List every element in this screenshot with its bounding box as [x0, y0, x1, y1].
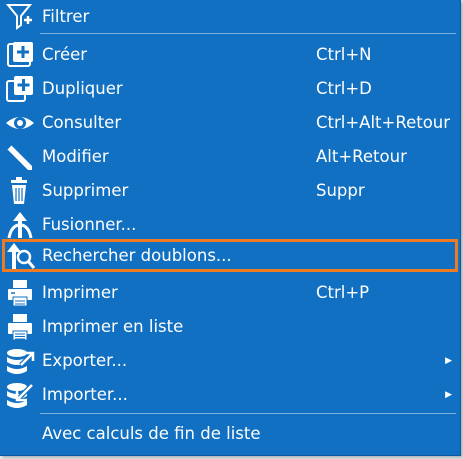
menu-item-avec-calculs[interactable]: Avec calculs de fin de liste — [0, 419, 460, 449]
highlight-box — [2, 239, 458, 272]
submenu-arrow-icon: ▶ — [445, 356, 452, 366]
menu-item-label: Imprimer en liste — [42, 317, 184, 336]
filter-plus-icon — [4, 2, 36, 32]
menu-item-shortcut: Ctrl+N — [316, 45, 372, 64]
menu-item-consulter[interactable]: Consulter Ctrl+Alt+Retour — [0, 108, 460, 138]
pencil-icon — [4, 142, 36, 172]
duplicate-icon — [4, 74, 36, 104]
create-plus-icon — [4, 40, 36, 70]
menu-item-shortcut: Ctrl+P — [316, 283, 370, 302]
merge-icon — [4, 210, 36, 240]
export-icon — [4, 346, 36, 376]
menu-item-imprimer[interactable]: Imprimer Ctrl+P — [0, 278, 460, 308]
menu-item-label: Importer... — [42, 385, 128, 404]
menu-item-exporter[interactable]: Exporter... ▶ — [0, 346, 460, 376]
menu-item-label: Avec calculs de fin de liste — [42, 424, 261, 443]
menu-item-shortcut: Alt+Retour — [316, 147, 407, 166]
eye-icon — [4, 108, 36, 138]
menu-item-label: Modifier — [42, 147, 109, 166]
menu-item-label: Fusionner... — [42, 215, 137, 234]
menu-item-supprimer[interactable]: Supprimer Suppr — [0, 176, 460, 206]
menu-item-label: Dupliquer — [42, 79, 123, 98]
menu-item-dupliquer[interactable]: Dupliquer Ctrl+D — [0, 74, 460, 104]
menu-item-label: Supprimer — [42, 181, 129, 200]
menu-item-filtrer[interactable]: Filtrer — [0, 2, 460, 32]
menu-item-label: Exporter... — [42, 351, 128, 370]
menu-item-fusionner[interactable]: Fusionner... — [0, 210, 460, 240]
submenu-arrow-icon: ▶ — [445, 390, 452, 400]
menu-separator — [40, 33, 456, 34]
menu-item-shortcut: Suppr — [316, 181, 365, 200]
menu-item-imprimer-en-liste[interactable]: Imprimer en liste — [0, 312, 460, 342]
menu-item-shortcut: Ctrl+Alt+Retour — [316, 113, 451, 132]
trash-icon — [4, 176, 36, 206]
menu-separator — [40, 413, 456, 414]
print-list-icon — [4, 312, 36, 342]
import-icon — [4, 380, 36, 410]
menu-item-label: Filtrer — [42, 7, 90, 26]
printer-icon — [4, 278, 36, 308]
menu-item-creer[interactable]: Créer Ctrl+N — [0, 40, 460, 70]
menu-item-label: Créer — [42, 45, 88, 64]
menu-item-importer[interactable]: Importer... ▶ — [0, 380, 460, 410]
menu-item-shortcut: Ctrl+D — [316, 79, 372, 98]
menu-item-label: Consulter — [42, 113, 122, 132]
menu-item-modifier[interactable]: Modifier Alt+Retour — [0, 142, 460, 172]
menu-item-label: Imprimer — [42, 283, 118, 302]
context-menu: Filtrer Créer Ctrl+N Dupliquer Ctrl+D Co… — [0, 0, 461, 456]
